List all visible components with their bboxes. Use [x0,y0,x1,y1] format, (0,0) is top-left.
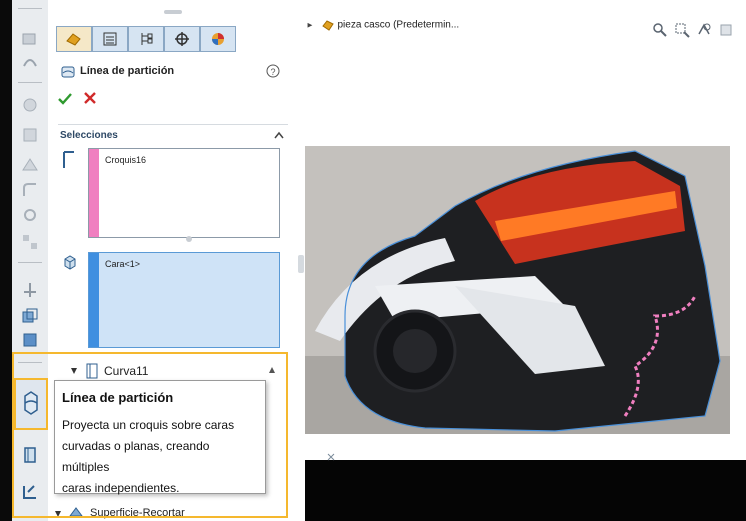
model-viewport-image [305,146,730,434]
instant3d-icon[interactable] [20,330,40,350]
command-tooltip: Línea de partición Proyecta un croquis s… [54,380,266,495]
face-selection-icon [64,255,76,270]
tab-configuration-manager[interactable] [128,26,164,52]
previous-view-icon[interactable] [696,22,712,38]
sweep-icon[interactable] [20,95,40,115]
face-selection-value: Cara<1> [105,259,141,269]
breadcrumb-label: pieza casco (Predetermin... [337,19,460,31]
chevron-right-icon: ► [306,20,314,30]
svg-text:?: ? [270,67,275,77]
help-icon[interactable]: ? [266,64,280,78]
viewport-dark-region [305,460,746,521]
tooltip-description: Proyecta un croquis sobre caras curvadas… [62,415,258,499]
resize-handle[interactable] [186,236,192,242]
toolbar-separator [18,82,42,83]
sketch-selection-value: Croquis16 [105,155,147,165]
split-line-icon [61,66,75,78]
panel-collapse-handle[interactable] [298,255,304,273]
tooltip-line: curvadas o planas, creando múltiples [62,439,210,474]
section-label: Selecciones [60,130,118,141]
tooltip-line: Proyecta un croquis sobre caras [62,418,235,432]
manager-tabs [56,26,243,54]
tab-property-manager[interactable] [92,26,128,52]
revolve-icon[interactable] [20,52,40,72]
sketch-selection-box[interactable]: Croquis16 [88,148,280,238]
pattern-icon[interactable] [20,232,40,252]
breadcrumb[interactable]: ► pieza casco (Predetermin... [306,18,459,32]
tooltip-line: caras independientes. [62,481,180,495]
sketch-selection-icon [63,151,74,168]
tooltip-title: Línea de partición [62,390,174,405]
selections-section-header[interactable]: Selecciones [58,124,288,143]
tab-dimxpert-manager[interactable] [164,26,200,52]
crosshair-icon [175,32,189,46]
split-line-icon [24,391,38,415]
tab-feature-manager[interactable] [56,26,92,52]
face-selection-box[interactable]: Cara<1> [88,252,280,348]
tab-display-manager[interactable] [200,26,236,52]
axis-triad-icon [327,453,335,461]
zoom-to-fit-icon[interactable] [652,22,668,38]
split-line-command-button[interactable] [14,378,48,430]
panel-grip[interactable] [164,10,182,14]
chamfer-icon[interactable] [20,205,40,225]
check-icon[interactable] [58,92,72,106]
section-view-icon[interactable] [718,22,734,38]
close-icon[interactable] [84,92,96,104]
display-manager-icon [212,33,224,45]
zoom-to-area-icon[interactable] [674,22,690,38]
feature-title: Línea de partición [80,65,175,77]
configuration-manager-icon [141,33,153,45]
window-edge [0,0,12,521]
reference-geometry-icon[interactable] [20,280,40,300]
toolbar-separator [18,262,42,263]
selection-color-swatch [89,253,99,347]
fillet-icon[interactable] [20,180,40,200]
boundary-icon[interactable] [20,155,40,175]
property-manager-icon [103,32,117,46]
curves-icon[interactable] [20,306,40,326]
feature-header: Línea de partición ? [58,62,294,82]
helmet-model [305,146,730,434]
part-icon [321,20,334,31]
loft-icon[interactable] [20,125,40,145]
ok-cancel-row [58,90,118,108]
feature-manager-icon [66,33,81,46]
toolbar-separator [18,8,42,9]
extrude-icon[interactable] [20,28,40,48]
chevron-up-icon[interactable] [274,131,284,139]
selection-color-swatch [89,149,99,237]
